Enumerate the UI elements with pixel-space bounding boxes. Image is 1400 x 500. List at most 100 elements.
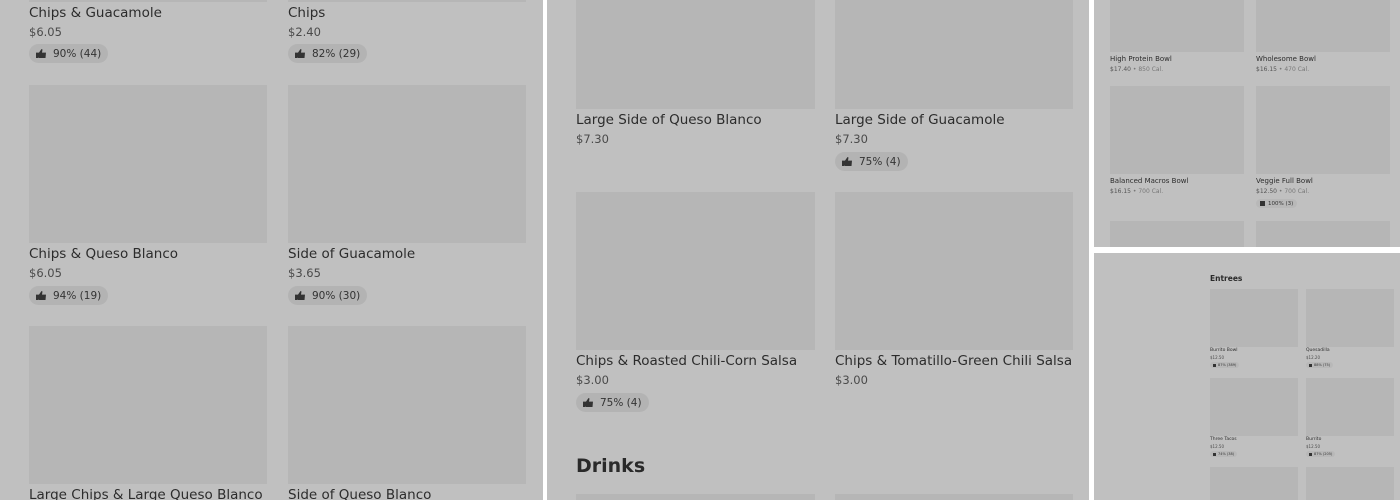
thumbs-up-icon	[36, 291, 46, 300]
menu-item-price: $3.00	[576, 373, 609, 387]
menu-item-price: $12.50 • 700 Cal.	[1256, 188, 1309, 195]
menu-item-image[interactable]	[1306, 289, 1394, 347]
menu-item-name[interactable]: Chips & Guacamole	[29, 5, 162, 21]
menu-item-image[interactable]	[576, 192, 815, 350]
menu-item-name[interactable]: Burrito Bowl	[1210, 348, 1238, 353]
thumbs-up-icon	[36, 49, 46, 58]
section-title-drinks: Drinks	[576, 455, 646, 477]
calories-text: 700 Cal.	[1284, 188, 1310, 195]
thumbs-up-icon	[1213, 452, 1216, 456]
menu-item-name[interactable]: Wholesome Bowl	[1256, 55, 1316, 63]
menu-panel-entrees: Entrees Burrito Bowl $12.50 87% (389) Qu…	[1094, 253, 1400, 500]
menu-item-image[interactable]	[576, 494, 815, 500]
rating-text: 100% (3)	[1268, 200, 1294, 207]
menu-item-name[interactable]: Veggie Full Bowl	[1256, 177, 1313, 185]
rating-text: 75% (4)	[859, 155, 901, 168]
menu-item-image[interactable]	[835, 0, 1073, 109]
menu-item-image[interactable]	[1306, 378, 1394, 436]
menu-item-image[interactable]	[1210, 378, 1298, 436]
menu-item-name[interactable]: Quesadilla	[1306, 348, 1330, 353]
menu-item-image[interactable]	[29, 0, 267, 2]
menu-item-image[interactable]	[1256, 221, 1390, 247]
rating-badge: 90% (44)	[29, 44, 109, 63]
menu-item-name[interactable]: Three Tacos	[1210, 437, 1237, 442]
menu-item-name[interactable]: Chips & Queso Blanco	[29, 246, 178, 262]
rating-text: 82% (29)	[312, 47, 361, 60]
rating-text: 88% (75)	[1314, 363, 1331, 367]
menu-item-image[interactable]	[288, 0, 526, 2]
menu-item-image[interactable]	[1110, 86, 1244, 174]
rating-badge: 87% (205)	[1306, 451, 1336, 457]
thumbs-up-icon	[295, 49, 305, 58]
rating-badge: 74% (38)	[1210, 451, 1238, 457]
rating-badge: 94% (19)	[29, 286, 109, 305]
menu-item-name[interactable]: Side of Queso Blanco	[288, 487, 431, 500]
menu-item-name[interactable]: Large Side of Queso Blanco	[576, 112, 762, 128]
menu-item-price: $6.05	[29, 25, 62, 39]
thumbs-up-icon	[842, 157, 852, 166]
menu-item-image[interactable]	[1110, 0, 1244, 52]
rating-text: 90% (30)	[312, 289, 361, 302]
menu-item-price: $16.15 • 470 Cal.	[1256, 66, 1309, 73]
calories-text: 470 Cal.	[1284, 66, 1310, 73]
menu-item-name[interactable]: High Protein Bowl	[1110, 55, 1172, 63]
menu-item-image[interactable]	[1210, 467, 1298, 500]
menu-item-name[interactable]: Side of Guacamole	[288, 246, 415, 262]
menu-item-price: $3.00	[835, 373, 868, 387]
menu-item-name[interactable]: Balanced Macros Bowl	[1110, 177, 1188, 185]
menu-panel-bowls: High Protein Bowl $17.40 • 850 Cal. Whol…	[1094, 0, 1400, 247]
menu-item-image[interactable]	[1210, 289, 1298, 347]
rating-text: 90% (44)	[53, 47, 102, 60]
rating-badge: 88% (75)	[1306, 362, 1334, 368]
rating-badge: 100% (3)	[1256, 199, 1298, 208]
menu-item-image[interactable]	[288, 85, 526, 243]
menu-item-image[interactable]	[835, 192, 1073, 350]
price-text: $16.15	[1110, 188, 1131, 195]
menu-item-image[interactable]	[835, 494, 1073, 500]
menu-item-name[interactable]: Chips	[288, 5, 325, 21]
thumbs-up-icon	[1260, 201, 1265, 206]
menu-item-price: $12.50	[1210, 355, 1224, 360]
menu-item-name[interactable]: Chips & Roasted Chili-Corn Salsa	[576, 353, 797, 369]
menu-item-image[interactable]	[29, 326, 267, 484]
menu-item-price: $7.30	[835, 132, 868, 146]
price-text: $17.40	[1110, 66, 1131, 73]
rating-badge: 90% (30)	[288, 286, 368, 305]
menu-item-price: $12.20	[1306, 355, 1320, 360]
menu-item-price: $12.50	[1210, 444, 1224, 449]
menu-item-image[interactable]	[576, 0, 815, 109]
menu-item-name[interactable]: Burrito	[1306, 437, 1321, 442]
menu-panel-sides-continued: Large Side of Queso Blanco $7.30 Large S…	[547, 0, 1089, 500]
menu-item-image[interactable]	[1256, 86, 1390, 174]
rating-text: 87% (205)	[1314, 452, 1333, 456]
price-text: $16.15	[1256, 66, 1277, 73]
rating-text: 87% (389)	[1218, 363, 1237, 367]
calories-text: 700 Cal.	[1138, 188, 1164, 195]
menu-item-name[interactable]: Chips & Tomatillo-Green Chili Salsa	[835, 353, 1072, 369]
menu-item-image[interactable]	[1306, 467, 1394, 500]
rating-text: 94% (19)	[53, 289, 102, 302]
menu-panel-sides: Chips & Guacamole $6.05 90% (44) Chips $…	[0, 0, 543, 500]
price-text: $12.50	[1256, 188, 1277, 195]
menu-item-price: $2.40	[288, 25, 321, 39]
rating-text: 74% (38)	[1218, 452, 1235, 456]
menu-item-image[interactable]	[29, 85, 267, 243]
menu-item-price: $17.40 • 850 Cal.	[1110, 66, 1163, 73]
menu-item-price: $3.65	[288, 266, 321, 280]
rating-badge: 82% (29)	[288, 44, 368, 63]
thumbs-up-icon	[1309, 363, 1312, 367]
rating-text: 75% (4)	[600, 396, 642, 409]
thumbs-up-icon	[583, 398, 593, 407]
menu-item-image[interactable]	[288, 326, 526, 484]
thumbs-up-icon	[295, 291, 305, 300]
menu-item-name[interactable]: Large Side of Guacamole	[835, 112, 1005, 128]
rating-badge: 75% (4)	[835, 152, 908, 171]
menu-item-price: $16.15 • 700 Cal.	[1110, 188, 1163, 195]
menu-item-image[interactable]	[1256, 0, 1390, 52]
rating-badge: 75% (4)	[576, 393, 649, 412]
menu-item-image[interactable]	[1110, 221, 1244, 247]
section-title-entrees: Entrees	[1210, 274, 1243, 283]
thumbs-up-icon	[1213, 363, 1216, 367]
menu-item-name[interactable]: Large Chips & Large Queso Blanco	[29, 487, 263, 500]
calories-text: 850 Cal.	[1138, 66, 1164, 73]
